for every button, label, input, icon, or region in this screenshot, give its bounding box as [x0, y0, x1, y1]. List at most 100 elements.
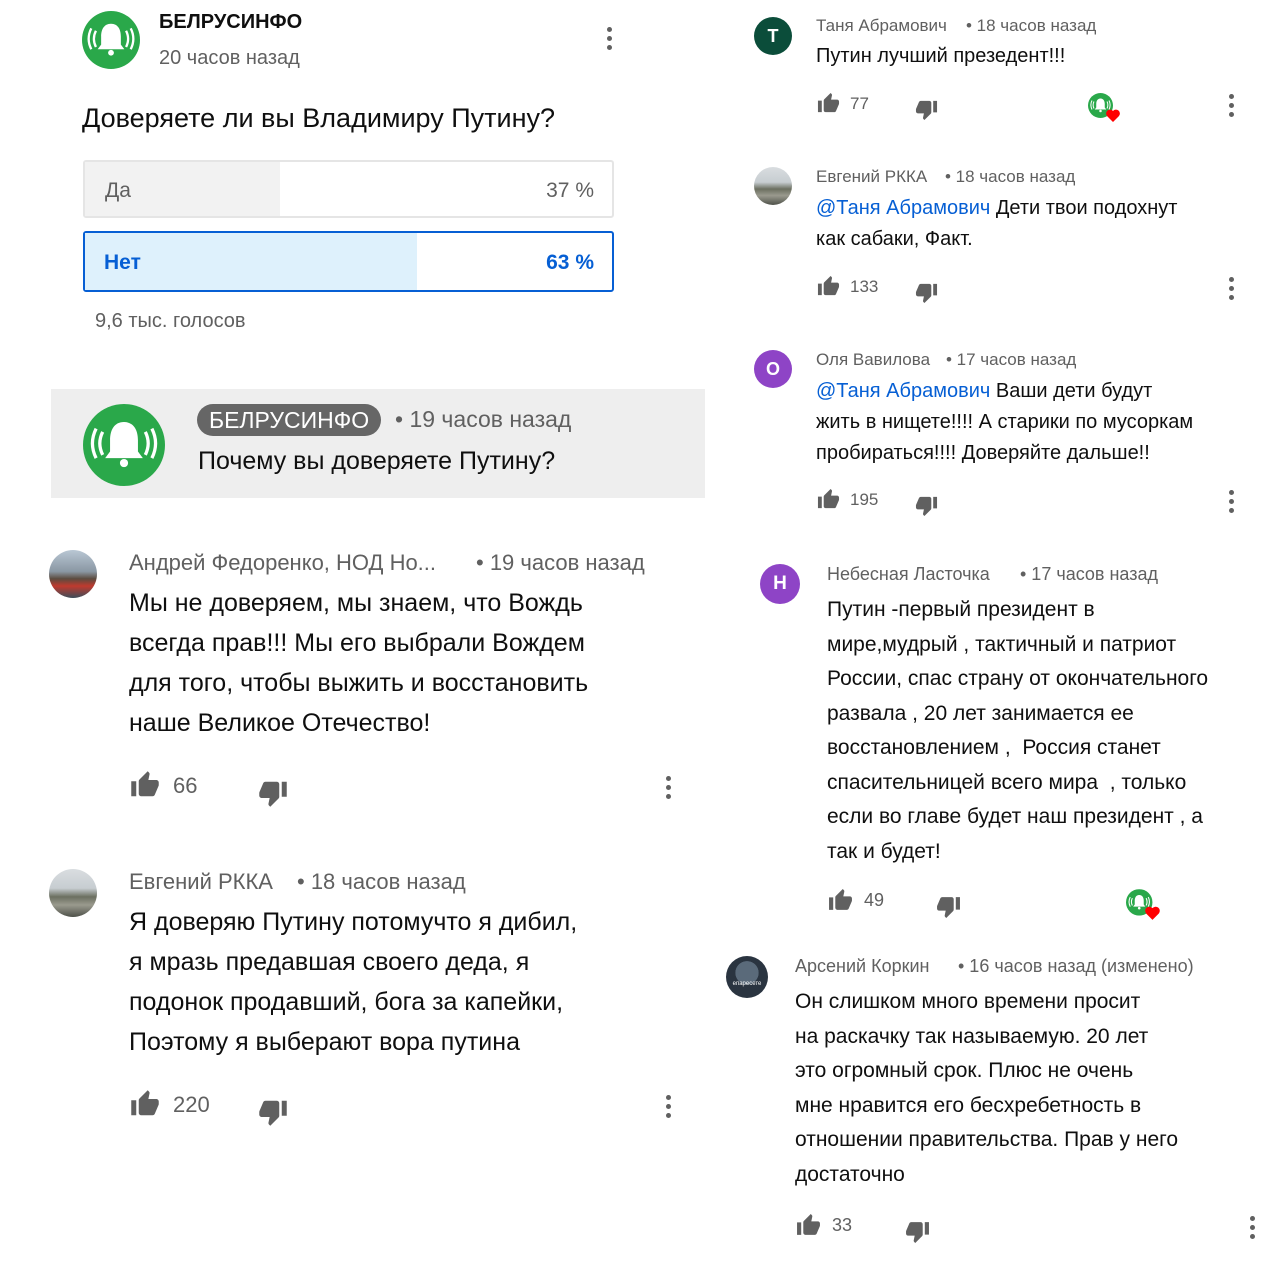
comment-text: Я доверяю Путину потомучто я дибил, я мр… [129, 902, 577, 1062]
dislike-icon[interactable] [915, 494, 938, 517]
comment-line: для того, чтобы выжить и восстановить [129, 669, 589, 697]
comment-line: жить в нищете!!!! А старики по мусоркам [816, 411, 1194, 433]
comment-menu-icon[interactable] [1229, 277, 1235, 301]
comment-author[interactable]: Оля Вавилова [816, 350, 930, 370]
comment-line: мире,мудрый , тактичный и патриот [827, 632, 1177, 656]
like-icon[interactable] [817, 275, 840, 298]
comment-timestamp: • 18 часов назад [297, 869, 466, 894]
like-count: 49 [864, 890, 885, 910]
comment-line: Я доверяю Путину потомучто я дибил, [129, 908, 578, 936]
comment-line: Поэтому я выберают вора путина [129, 1028, 520, 1056]
comment-line: я мразь предавшая своего деда, я [129, 948, 530, 976]
comment-line: наше Великое Отечество! [129, 709, 431, 737]
comment-line: на раскачку так называемую. 20 лет [795, 1024, 1149, 1048]
comment-line: @Таня Абрамович Дети твои подохнут [816, 193, 1177, 224]
avatar[interactable] [49, 550, 97, 598]
comment-line: достаточно [795, 1162, 905, 1186]
comment-menu-icon[interactable] [1229, 94, 1235, 118]
mention-link[interactable]: @Таня Абрамович [816, 197, 990, 219]
comment-author[interactable]: Арсений Коркин [795, 956, 929, 977]
comment-line: как сабаки, Факт. [816, 228, 973, 250]
post-timestamp: • 19 часов назад [395, 406, 572, 432]
channel-avatar-bell-icon[interactable] [82, 11, 140, 69]
comment-text: Мы не доверяем, мы знаем, что Вождь всег… [129, 583, 588, 743]
like-count: 133 [850, 277, 879, 296]
poll-option-net[interactable]: Нет 63 % [83, 231, 614, 292]
comment-timestamp: • 17 часов назад [1020, 564, 1159, 584]
comment-timestamp: • 19 часов назад [476, 550, 645, 575]
comment-timestamp: • 17 часов назад [946, 350, 1077, 369]
poll-option-da[interactable]: Да 37 % [83, 160, 614, 218]
post-channel-badge[interactable]: БЕЛРУСИНФО [197, 404, 382, 436]
comment-author[interactable]: Небесная Ласточка [827, 564, 990, 585]
comment-line: так и будет! [827, 839, 941, 863]
poll-option-da-label: Да [105, 179, 131, 202]
comment-line: подонок продавший, бога за капейки, [129, 988, 564, 1016]
comment-line: если во главе будет наш президент , а [827, 805, 1203, 828]
comment-line: России, спас страну от окончательного [827, 667, 1209, 690]
creator-heart-icon [1126, 889, 1160, 920]
comment-line: отношении правительства. Прав у него [795, 1128, 1179, 1151]
like-count: 33 [832, 1215, 853, 1235]
poll-question: Доверяете ли вы Владимиру Путину? [82, 103, 556, 133]
comment-timestamp: • 18 часов назад [945, 167, 1076, 186]
poll-option-da-percent: 37 % [546, 179, 594, 202]
comment-line: это огромный срок. Плюс не очень [795, 1059, 1134, 1082]
avatar-caption: епаресете [732, 981, 762, 987]
avatar[interactable]: Т [754, 17, 792, 55]
avatar[interactable]: О [754, 350, 792, 388]
poll-channel-name[interactable]: БЕЛРУСИНФО [159, 11, 302, 34]
comment-line-rest: Ваши дети будут [990, 380, 1153, 402]
like-icon[interactable] [796, 1213, 821, 1238]
avatar[interactable] [49, 869, 97, 917]
like-count: 77 [850, 94, 869, 113]
comment-text: @Таня Абрамович Ваши дети будут жить в н… [816, 376, 1193, 469]
comment-menu-icon[interactable] [666, 1095, 672, 1119]
comment-author[interactable]: Таня Абрамович [816, 16, 947, 36]
creator-heart-icon [1088, 93, 1120, 122]
comment-line: всегда прав!!! Мы его выбрали Вождем [129, 629, 585, 657]
comment-text: Он слишком много времени просит на раска… [795, 985, 1178, 1192]
comment-author[interactable]: Андрей Федоренко, НОД Но... [129, 550, 436, 576]
comment-line: спасительницей всего мира , только [827, 770, 1187, 794]
more-options-icon[interactable] [607, 27, 613, 51]
comment-text: @Таня Абрамович Дети твои подохнут как с… [816, 193, 1177, 255]
comment-menu-icon[interactable] [666, 776, 672, 800]
avatar[interactable]: епаресете [726, 956, 768, 998]
comment-text: Путин -первый президент в мире,мудрый , … [827, 593, 1208, 869]
comment-menu-icon[interactable] [1250, 1216, 1256, 1240]
comment-author[interactable]: Евгений РККА [129, 869, 273, 895]
dislike-icon[interactable] [905, 1219, 930, 1244]
dislike-icon[interactable] [915, 98, 938, 121]
dislike-icon[interactable] [915, 281, 938, 304]
poll-option-net-label: Нет [104, 251, 141, 274]
dislike-icon[interactable] [936, 894, 961, 919]
mention-link[interactable]: @Таня Абрамович [816, 380, 990, 402]
comment-line: восстановлением , Россия станет [827, 736, 1161, 759]
like-count: 66 [173, 773, 198, 798]
comment-text: Путин лучший презедент!!! [816, 45, 1066, 67]
dislike-icon[interactable] [258, 778, 288, 808]
avatar[interactable]: Н [760, 564, 800, 604]
comment-timestamp: • 16 часов назад (изменено) [958, 956, 1194, 976]
like-icon[interactable] [130, 1089, 160, 1119]
dislike-icon[interactable] [258, 1097, 288, 1127]
comment-line: Мы не доверяем, мы знаем, что Вождь [129, 589, 583, 617]
comment-line: мне нравится его бесхребетность в [795, 1093, 1142, 1117]
like-icon[interactable] [130, 770, 160, 800]
like-count: 220 [173, 1092, 210, 1117]
comment-line: развала , 20 лет занимается ее [827, 701, 1134, 725]
comment-line: Путин -первый президент в [827, 598, 1095, 621]
comment-line: @Таня Абрамович Ваши дети будут [816, 376, 1193, 407]
avatar[interactable] [754, 167, 792, 205]
post-channel-avatar-bell-icon[interactable] [83, 404, 165, 486]
poll-vote-count: 9,6 тыс. голосов [95, 310, 246, 332]
like-icon[interactable] [817, 92, 840, 115]
comment-line: пробираться!!!! Доверяйте дальше!! [816, 442, 1150, 464]
comment-menu-icon[interactable] [1229, 490, 1235, 514]
comment-author[interactable]: Евгений РККА [816, 167, 927, 187]
comment-line-rest: Дети твои подохнут [990, 197, 1178, 219]
poll-timestamp: 20 часов назад [159, 47, 300, 69]
like-icon[interactable] [817, 488, 840, 511]
like-icon[interactable] [828, 888, 853, 913]
